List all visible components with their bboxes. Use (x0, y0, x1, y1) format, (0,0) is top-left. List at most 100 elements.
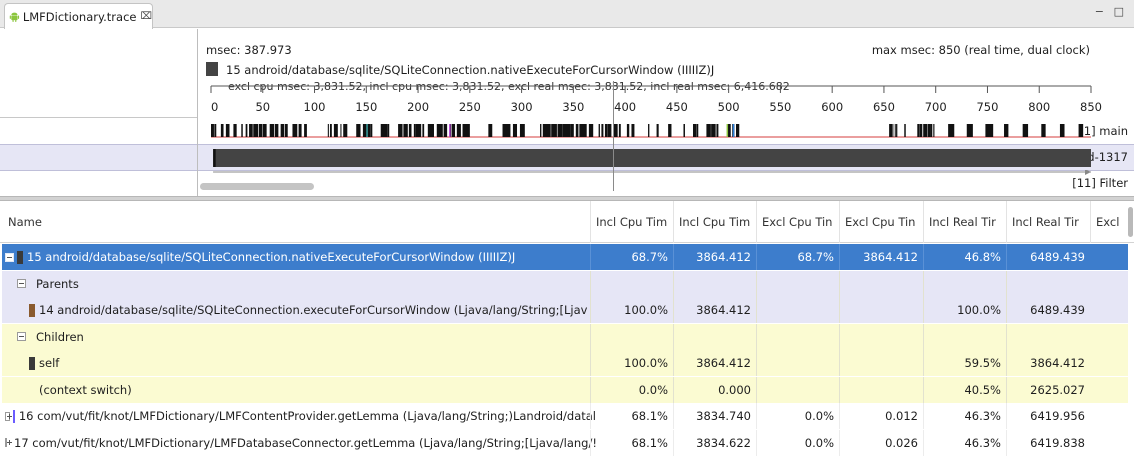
row-value-cell: 100.0% (957, 303, 1001, 317)
activity-block (693, 124, 697, 137)
activity-block (551, 124, 557, 137)
activity-block (298, 124, 302, 137)
activity-block (408, 124, 412, 137)
table-vertical-scrollbar[interactable] (1128, 207, 1133, 237)
row-value-cell (839, 350, 923, 376)
row-value-cell: 3864.412 (1030, 356, 1085, 370)
row-name-cell: 15 android/database/sqlite/SQLiteConnect… (2, 244, 596, 270)
main-thread-timeline[interactable] (199, 121, 1134, 139)
activity-block (1022, 124, 1029, 137)
table-row[interactable]: self 100.0% 3864.412 59.5% 3864.412 (2, 350, 1128, 376)
axis-tick-label: 700 (925, 100, 947, 114)
expand-icon[interactable] (5, 438, 12, 447)
column-header-incl-real-pct[interactable]: Incl Real Tir (923, 201, 1006, 243)
close-icon[interactable]: ⌧ (140, 11, 152, 22)
axis-tick-label: 550 (769, 100, 791, 114)
column-header-incl-real-time[interactable]: Incl Real Tir (1006, 201, 1090, 243)
row-value-cell: 0.026 (885, 435, 918, 450)
activity-block (557, 124, 563, 137)
row-value-cell: 100.0% (624, 356, 668, 370)
activity-block (398, 124, 403, 137)
filter-thread-timeline[interactable] (199, 170, 1134, 182)
column-header-incl-cpu-time[interactable]: Incl Cpu Tim (673, 201, 756, 243)
method-color-swatch (17, 250, 23, 264)
column-header-excl-cpu-time[interactable]: Excl Cpu Tin (839, 201, 923, 243)
axis-tick-label: 50 (255, 100, 270, 114)
activity-block (626, 124, 630, 137)
collapse-icon[interactable] (17, 279, 26, 288)
row-value-cell: 3834.740 (696, 409, 751, 423)
row-name-cell: self (2, 350, 596, 376)
axis-tick-label: 0 (211, 100, 218, 114)
row-value-cell (673, 271, 756, 297)
activity-block (542, 124, 551, 137)
column-header-name[interactable]: Name (0, 201, 590, 243)
row-value-cell (756, 271, 839, 297)
activity-block (211, 124, 214, 137)
activity-block (269, 124, 275, 137)
table-row[interactable]: 15 android/database/sqlite/SQLiteConnect… (2, 244, 1128, 270)
row-value-cell (839, 377, 923, 403)
time-cursor[interactable] (612, 81, 614, 191)
maximize-icon[interactable]: □ (1114, 5, 1124, 18)
activity-block (502, 124, 511, 137)
row-value-cell (923, 324, 1006, 350)
row-value-cell: 2625.027 (1030, 382, 1085, 397)
activity-block (333, 124, 338, 137)
activity-block (451, 124, 456, 137)
row-name-text: Children (36, 329, 84, 344)
activity-block (436, 124, 443, 137)
table-row[interactable]: Parents (2, 270, 1128, 297)
activity-block (613, 124, 618, 137)
table-row[interactable]: (context switch) 0.0% 0.000 40.5% 2625.027 (2, 376, 1128, 403)
activity-block (631, 124, 635, 137)
timeline-horizontal-scrollbar[interactable] (200, 183, 314, 190)
activity-block (304, 124, 307, 137)
column-header-incl-cpu-pct[interactable]: Incl Cpu Tim (590, 201, 673, 243)
activity-block (588, 124, 594, 137)
axis-tick-label: 300 (511, 100, 533, 114)
row-value-cell (756, 377, 839, 403)
expand-icon[interactable] (5, 411, 12, 421)
activity-block (648, 124, 650, 137)
table-row[interactable]: 16 com/vut/fit/knot/LMFDictionary/LMFCon… (2, 403, 1128, 429)
activity-block (570, 124, 574, 137)
row-value-cell (839, 271, 923, 297)
activity-block (519, 124, 525, 137)
activity-block (220, 124, 224, 137)
row-value-cell (1006, 271, 1090, 297)
activity-block (607, 124, 612, 137)
row-value-cell: 68.1% (631, 409, 668, 423)
row-name-text: self (39, 356, 60, 370)
activity-block (696, 124, 699, 137)
activity-block (716, 124, 719, 137)
activity-block (706, 124, 711, 137)
table-row[interactable]: Children (2, 323, 1128, 350)
cursor-time: msec: 387.973 (206, 43, 292, 57)
collapse-icon[interactable] (17, 332, 26, 341)
activity-block (258, 124, 263, 137)
method-color-swatch (29, 303, 35, 317)
row-value-cell: 46.8% (964, 250, 1001, 264)
activity-block (443, 124, 448, 137)
table-row[interactable]: 17 com/vut/fit/knot/LMFDictionary/LMFDat… (2, 429, 1128, 456)
activity-block (598, 124, 600, 137)
thread-1317-timeline[interactable] (199, 145, 1134, 171)
row-value-cell (756, 350, 839, 376)
activity-block (683, 124, 685, 137)
activity-block (930, 124, 933, 137)
tab-trace-file[interactable]: LMFDictionary.trace ⌧ (4, 3, 153, 29)
row-name-text: (context switch) (39, 382, 132, 397)
method-color-swatch (29, 356, 35, 370)
collapse-icon[interactable] (5, 252, 14, 262)
activity-block (292, 124, 298, 137)
activity-block-colored (726, 124, 729, 137)
row-value-cell: 46.3% (964, 409, 1001, 423)
column-header-excl-real[interactable]: Excl (1090, 201, 1128, 243)
table-row[interactable]: 14 android/database/sqlite/SQLiteConnect… (2, 297, 1128, 323)
activity-block (262, 124, 267, 137)
activity-block (241, 124, 243, 137)
column-header-excl-cpu-pct[interactable]: Excl Cpu Tin (756, 201, 839, 243)
axis-tick-label: 600 (821, 100, 843, 114)
minimize-icon[interactable]: − (1095, 5, 1104, 18)
